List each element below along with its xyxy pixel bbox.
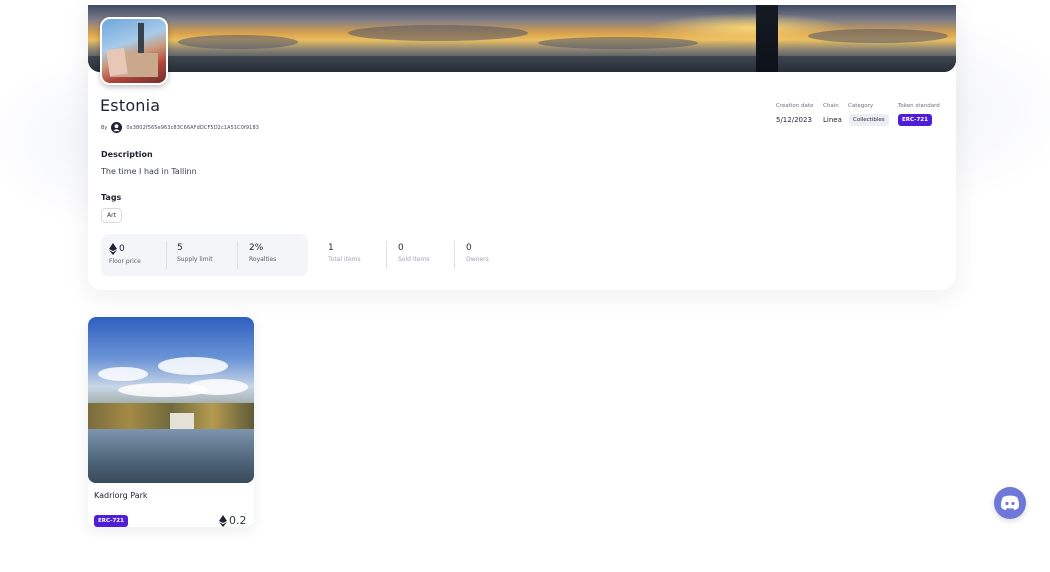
tags-label: Tags [101, 193, 122, 202]
stat-value: 0 [398, 243, 404, 253]
stat-total-items: 1 Total items [328, 243, 361, 263]
stat-value: 2% [249, 243, 264, 253]
stat-value: 0 [466, 243, 472, 253]
collection-banner [88, 5, 956, 72]
nft-price-value: 0.2 [229, 514, 247, 527]
stat-value: 5 [177, 243, 183, 253]
stat-royalties: 2% Royalties [249, 243, 276, 263]
nft-name[interactable]: Kadriorg Park [94, 491, 148, 500]
ethereum-icon [219, 514, 227, 527]
token-standard-badge: ERC-721 [898, 114, 932, 126]
divider [237, 241, 238, 269]
stat-label: Supply limit [177, 256, 213, 263]
by-label: By [101, 124, 108, 131]
creator-row: By 0x3802f565e963c83C66AFdDCF5D2c1A51C0f… [101, 122, 259, 133]
stat-floor-price: 0 Floor price [109, 243, 141, 265]
stat-owners: 0 Owners [466, 243, 489, 263]
user-avatar-icon [111, 122, 123, 133]
divider [386, 241, 387, 269]
collection-title: Estonia [100, 96, 161, 115]
category-badge[interactable]: Collectibles [849, 114, 889, 126]
stat-label: Owners [466, 256, 489, 263]
chain-label: Chain [823, 103, 839, 109]
tag-art[interactable]: Art [101, 208, 122, 223]
stat-label: Sold items [398, 256, 430, 263]
stat-supply-limit: 5 Supply limit [177, 243, 213, 263]
description-label: Description [101, 150, 153, 159]
ethereum-icon [109, 243, 117, 255]
stat-value: 0 [119, 244, 125, 254]
creation-date-value: 5/12/2023 [776, 116, 812, 124]
stat-label: Total items [328, 256, 361, 263]
stat-label: Royalties [249, 256, 277, 263]
token-standard-label: Token standard [898, 103, 940, 109]
stat-label: Floor price [109, 258, 141, 265]
divider [454, 241, 455, 269]
creator-address-link[interactable]: 0x3802f565e963c83C66AFdDCF5D2c1A51C0f918… [126, 125, 259, 131]
creation-date-label: Creation date [776, 103, 814, 109]
nft-image[interactable] [88, 317, 254, 483]
lighthouse-silhouette [756, 5, 778, 72]
discord-icon [1001, 495, 1019, 510]
nft-price: 0.2 [219, 514, 247, 527]
nft-standard-badge: ERC-721 [94, 515, 128, 527]
chain-value: Linea [823, 116, 842, 124]
divider [166, 241, 167, 269]
discord-button[interactable] [994, 487, 1026, 519]
stat-sold-items: 0 Sold items [398, 243, 430, 263]
category-label: Category [848, 103, 874, 109]
stat-value: 1 [328, 243, 334, 253]
collection-avatar [100, 17, 168, 85]
description-text: The time I had in Tallinn [101, 167, 197, 176]
